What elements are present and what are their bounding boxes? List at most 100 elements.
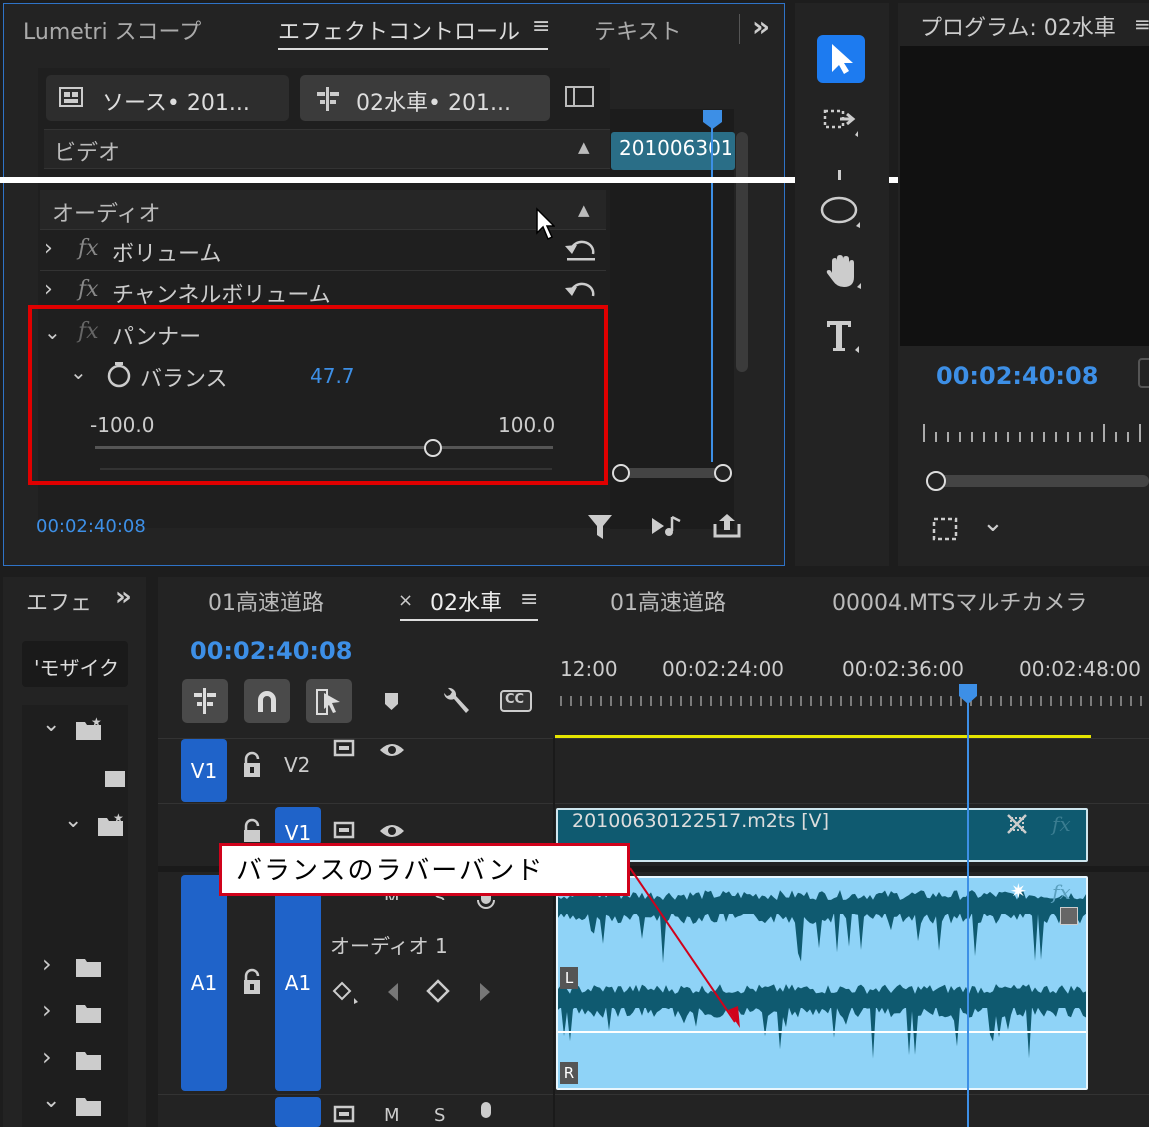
fx-icon: fx <box>78 236 99 261</box>
wrench-icon[interactable] <box>440 685 472 717</box>
source-patch-a1[interactable]: A1 <box>181 875 227 1091</box>
video-clip-name: 20100630122517.m2ts [V] <box>572 810 830 832</box>
highlight-box <box>28 305 608 485</box>
tree-expand-icon[interactable]: › <box>42 996 52 1024</box>
linked-selection-icon <box>316 689 340 715</box>
program-settings-chevron-icon[interactable]: ⌄ <box>982 508 1004 538</box>
video-collapse-icon[interactable]: ▲ <box>578 138 590 156</box>
sync-lock-icon[interactable] <box>333 738 359 760</box>
reset-volume-icon[interactable] <box>563 238 599 264</box>
tab-lumetri-scopes[interactable]: Lumetri スコープ <box>23 14 201 46</box>
previous-keyframe-icon[interactable] <box>384 981 402 1003</box>
folder-icon <box>76 1005 101 1023</box>
eye-icon[interactable] <box>378 821 406 841</box>
mini-zoom-handle-left[interactable] <box>612 464 630 482</box>
tree-chevron-icon[interactable]: ⌄ <box>64 808 82 833</box>
source-clip-button[interactable]: ソース• 201... <box>46 75 289 121</box>
add-keyframe-icon[interactable] <box>426 979 450 1003</box>
timeline-tab-close-icon[interactable]: × <box>398 590 413 611</box>
sync-lock-icon[interactable] <box>333 1104 359 1126</box>
mini-scrollbar[interactable] <box>736 132 748 372</box>
track-v1-target[interactable]: V1 <box>275 807 321 845</box>
timeline-tab-3[interactable]: 01高速道路 <box>610 585 726 617</box>
track-area-divider <box>553 738 555 1127</box>
sync-lock-icon[interactable] <box>333 820 359 842</box>
timeline-menu-icon[interactable]: ≡ <box>520 587 538 612</box>
track-a1-target[interactable]: A1 <box>275 875 321 1091</box>
program-fit-dropdown[interactable] <box>1138 358 1149 388</box>
timeline-tab-2[interactable]: 02水車 <box>430 585 502 617</box>
program-menu-icon[interactable]: ≡ <box>1134 12 1149 36</box>
ruler-label: 00:02:24:00 <box>662 657 785 681</box>
sequence-clip-button[interactable]: 02水車• 201... <box>300 75 550 121</box>
bin-star-icon: ★ <box>98 812 124 836</box>
track-a2-target[interactable] <box>275 1097 321 1127</box>
insert-sequence-nest-button[interactable] <box>182 679 228 723</box>
lock-icon[interactable] <box>240 818 264 842</box>
mini-playhead-line <box>711 122 713 462</box>
sequence-clip-label: 02水車• 201... <box>356 91 511 116</box>
timeline-tab-1[interactable]: 01高速道路 <box>208 585 324 617</box>
lock-icon[interactable] <box>240 968 264 996</box>
export-icon[interactable] <box>712 512 742 540</box>
track-divider <box>158 1094 1149 1095</box>
video-section-label: ビデオ <box>54 141 121 166</box>
snap-button[interactable] <box>244 679 290 723</box>
filter-icon[interactable] <box>586 512 614 542</box>
play-audio-icon[interactable] <box>650 513 684 539</box>
tab-underline <box>278 48 548 50</box>
track-divider <box>158 803 1149 804</box>
svg-text:★: ★ <box>113 812 124 825</box>
timeline-timecode[interactable]: 00:02:40:08 <box>190 637 352 665</box>
eye-icon[interactable] <box>378 740 406 760</box>
track-divider <box>158 738 1149 739</box>
mini-playhead-handle[interactable] <box>701 108 725 130</box>
expand-volume-icon[interactable]: › <box>44 236 53 261</box>
program-timecode[interactable]: 00:02:40:08 <box>936 362 1098 390</box>
toggle-timeline-view-icon[interactable] <box>564 84 596 110</box>
linked-selection-button[interactable] <box>306 679 352 723</box>
tree-chevron-icon[interactable]: ⌄ <box>42 1088 60 1113</box>
keyframe-menu-icon[interactable] <box>332 980 362 1006</box>
effects-overflow-icon[interactable]: » <box>115 582 132 612</box>
mini-zoom-handle-right[interactable] <box>714 464 732 482</box>
mini-zoom-bar[interactable] <box>621 468 723 478</box>
panel-menu-icon[interactable]: ≡ <box>532 14 550 39</box>
tree-expand-icon[interactable]: › <box>42 1043 52 1071</box>
tree-expand-icon[interactable]: › <box>42 950 52 978</box>
safe-margins-icon[interactable] <box>930 515 960 543</box>
svg-text:★: ★ <box>91 716 102 729</box>
ellipse-tool-icon[interactable] <box>820 194 862 230</box>
program-zoom-bar[interactable] <box>936 475 1149 487</box>
expand-channel-volume-icon[interactable]: › <box>44 277 53 302</box>
timeline-playhead-handle[interactable] <box>957 682 979 706</box>
source-patch-v1[interactable]: V1 <box>181 739 227 802</box>
reset-channel-volume-icon[interactable] <box>563 280 599 304</box>
add-marker-icon[interactable] <box>382 690 402 712</box>
magnet-icon <box>258 691 276 712</box>
program-ruler[interactable] <box>920 420 1149 444</box>
channel-l-badge: L <box>560 967 578 989</box>
solo-button[interactable]: S <box>434 1105 445 1126</box>
track-select-icon[interactable] <box>822 105 860 141</box>
source-clip-label: ソース• 201... <box>102 91 250 116</box>
type-tool-icon[interactable] <box>824 318 860 356</box>
effect-timecode[interactable]: 00:02:40:08 <box>36 516 146 537</box>
effects-browser-title[interactable]: エフェ <box>26 585 98 617</box>
lock-icon[interactable] <box>240 751 264 779</box>
tab-effect-controls[interactable]: エフェクトコントロール <box>278 14 523 46</box>
audio-collapse-icon[interactable]: ▲ <box>578 201 590 219</box>
timeline-ruler[interactable] <box>555 684 1149 710</box>
hand-tool-icon[interactable] <box>822 253 862 293</box>
tab-text[interactable]: テキスト <box>594 14 681 46</box>
folder-icon <box>76 1052 101 1070</box>
ripple-edit-icon[interactable] <box>822 168 858 180</box>
program-zoom-handle[interactable] <box>926 471 946 491</box>
mute-button[interactable]: M <box>384 1105 400 1126</box>
callout-arrow <box>629 867 740 1028</box>
next-keyframe-icon[interactable] <box>476 981 494 1003</box>
timeline-tab-4[interactable]: 00004.MTSマルチカメラ <box>832 585 1087 617</box>
overflow-icon[interactable]: » <box>752 10 770 43</box>
tree-chevron-icon[interactable]: ⌄ <box>42 712 60 737</box>
microphone-icon[interactable] <box>475 1102 497 1127</box>
